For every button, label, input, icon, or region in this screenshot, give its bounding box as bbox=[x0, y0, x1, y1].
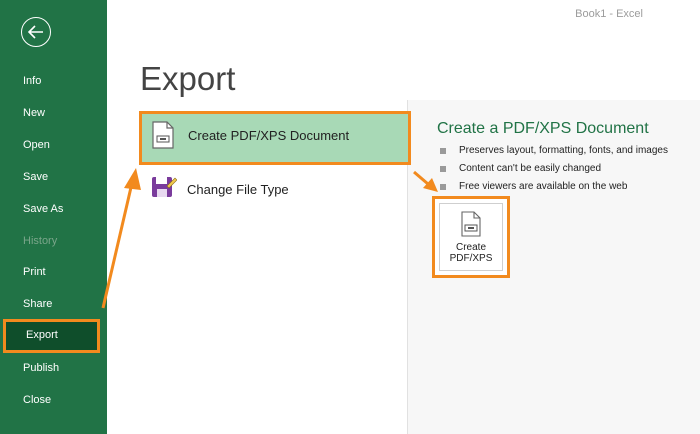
option-label: Create PDF/XPS Document bbox=[188, 128, 350, 143]
bullet-item: Free viewers are available on the web bbox=[440, 181, 627, 192]
create-button-label: Create PDF/XPS bbox=[440, 242, 502, 264]
back-arrow-icon bbox=[27, 25, 43, 39]
sidebar-item-close[interactable]: Close bbox=[0, 385, 107, 415]
sidebar-item-new[interactable]: New bbox=[0, 98, 107, 128]
sidebar-item-info[interactable]: Info bbox=[0, 66, 107, 96]
panel-heading: Create a PDF/XPS Document bbox=[437, 120, 649, 137]
sidebar-item-save[interactable]: Save bbox=[0, 162, 107, 192]
sidebar-item-history: History bbox=[23, 235, 58, 247]
sidebar-item-share[interactable]: Share bbox=[0, 289, 107, 319]
change-file-type-option[interactable]: Change File Type bbox=[140, 165, 408, 215]
sidebar-item-print[interactable]: Print bbox=[0, 257, 107, 287]
create-pdf-xps-option[interactable]: Create PDF/XPS Document bbox=[139, 111, 411, 165]
bullet-item: Preserves layout, formatting, fonts, and… bbox=[440, 145, 668, 156]
change-file-type-icon bbox=[152, 177, 177, 197]
window-title: Book1 - Excel bbox=[575, 8, 643, 20]
pdf-document-icon bbox=[152, 121, 174, 149]
bullet-item: Content can't be easily changed bbox=[440, 163, 601, 174]
create-label-line2: PDF/XPS bbox=[449, 253, 493, 264]
back-button[interactable] bbox=[21, 17, 51, 47]
sidebar-item-publish[interactable]: Publish bbox=[0, 353, 107, 383]
option-label: Change File Type bbox=[187, 182, 289, 197]
button-frame: Create PDF/XPS bbox=[439, 203, 503, 271]
backstage-sidebar: Info New Open Save Save As History Print… bbox=[0, 0, 107, 434]
sidebar-item-save-as[interactable]: Save As bbox=[0, 194, 107, 224]
sidebar-item-open[interactable]: Open bbox=[0, 130, 107, 160]
sidebar-item-export[interactable]: Export bbox=[3, 319, 100, 353]
create-label-line1: Create bbox=[455, 242, 486, 253]
create-pdf-xps-button[interactable]: Create PDF/XPS bbox=[432, 196, 510, 278]
page-title: Export bbox=[140, 60, 236, 97]
pdf-document-icon bbox=[461, 211, 481, 237]
